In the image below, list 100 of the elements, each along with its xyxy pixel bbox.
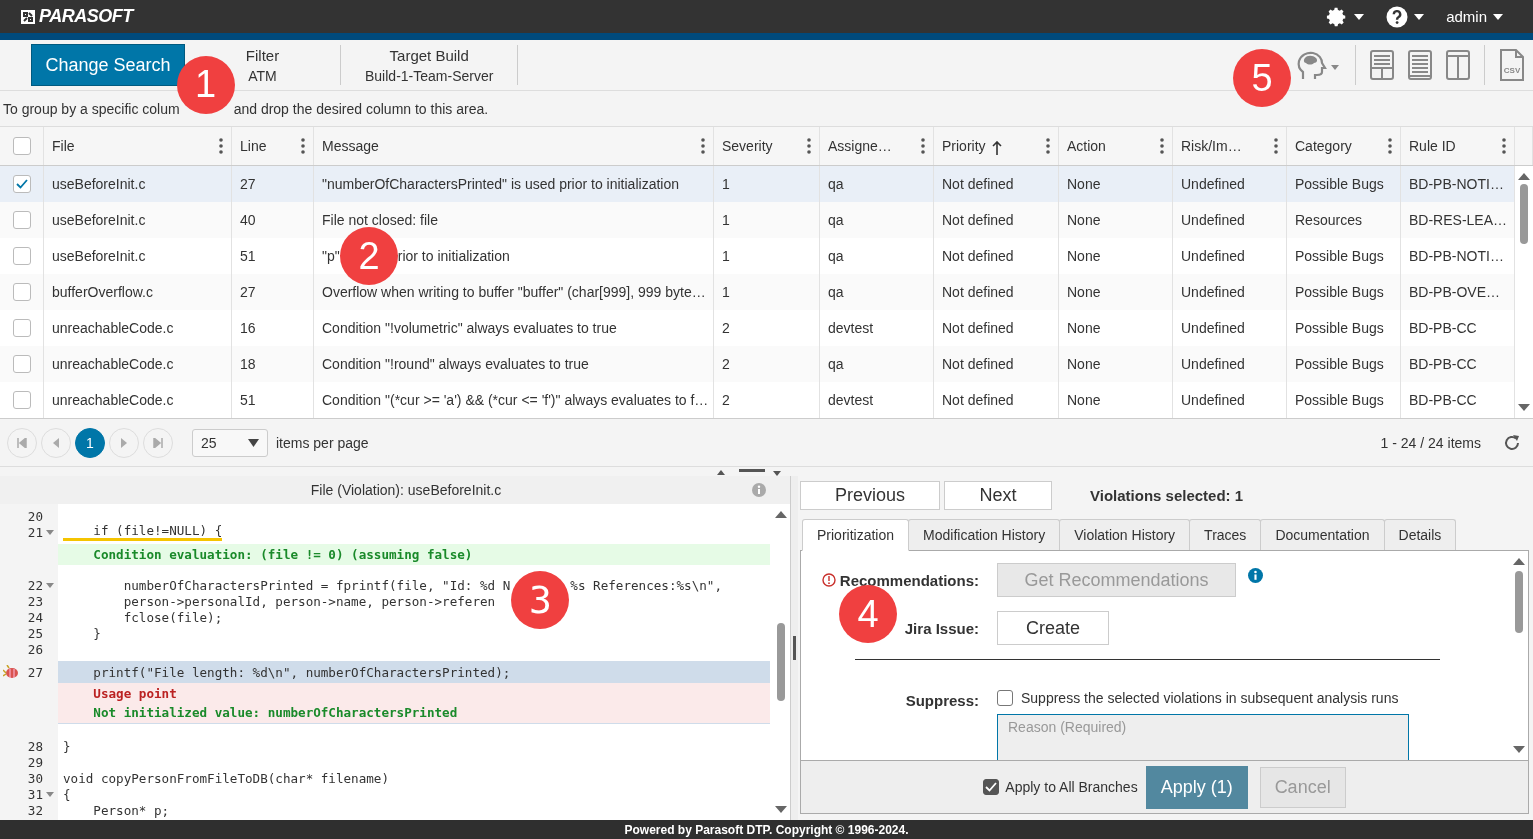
scroll-down-icon[interactable] [775,806,787,814]
fold-caret-icon[interactable] [46,791,54,797]
logo: PARASOFT [39,6,133,27]
tab[interactable]: Prioritization [802,519,910,551]
settings-menu[interactable] [1326,5,1365,28]
table-cell: 40 [240,212,256,228]
layout-columns-icon[interactable] [1446,50,1470,80]
next-button[interactable]: Next [944,480,1052,510]
column-menu-icon[interactable] [301,138,305,154]
help-menu[interactable] [1386,5,1425,28]
scroll-down-icon[interactable] [1518,404,1530,412]
table-row[interactable]: useBeforeInit.c 40 File not closed: file 1 qa Not defined None Undefined Resources BD-RES-LEA… [0,202,1515,238]
suppress-checkbox[interactable] [997,690,1013,706]
column-header[interactable]: Risk/Im… [1181,138,1242,154]
table-cell: 18 [240,356,256,372]
column-menu-icon[interactable] [921,138,925,154]
table-cell: BD-PB-CC [1409,392,1477,408]
tab[interactable]: Modification History [908,519,1061,550]
table-cell: None [1067,212,1101,228]
column-header[interactable]: Action [1067,138,1106,154]
code-line: fclose(file); [122,609,223,625]
column-header[interactable]: Rule ID [1409,138,1456,154]
filter-value[interactable]: Build-1-Team-Server [365,67,494,84]
table-row[interactable]: unreachableCode.c 51 Condition "(*cur >= 'a') && (*cur <= 'f')" always evaluates to f… 2 devtest Not defined None Undefined Possible Bugs BD-PB-CC [0,382,1515,418]
row-checkbox[interactable] [12,211,31,229]
apply-all-checkbox[interactable] [983,779,1000,795]
apply-button[interactable]: Apply (1) [1145,765,1248,809]
caret-icon [1414,13,1425,20]
column-header[interactable]: Severity [722,138,773,154]
scrollbar-thumb[interactable] [1515,571,1523,633]
tab[interactable]: Violation History [1059,519,1191,550]
row-checkbox[interactable] [12,391,31,409]
scroll-up-icon[interactable] [1513,557,1525,565]
column-header[interactable]: Priority [942,138,986,154]
table-row[interactable]: unreachableCode.c 18 Condition "!round" always evaluates to true 2 qa Not defined None Undefined Possible Bugs BD-PB-CC [0,346,1515,382]
table-cell: BD-PB-OVE… [1409,284,1500,300]
column-menu-icon[interactable] [701,138,705,154]
filter-label[interactable]: Filter [245,46,280,64]
page-size-dropdown[interactable]: 25 [192,428,268,457]
callout-marker: 3 [511,570,570,629]
info-icon[interactable] [752,483,766,497]
table-cell: useBeforeInit.c [52,176,146,192]
column-header[interactable]: Line [240,138,267,154]
table-cell: Undefined [1181,320,1245,336]
code-line: { [63,786,71,802]
reason-field[interactable]: Reason (Required) [997,714,1409,760]
fold-caret-icon[interactable] [46,582,54,588]
column-header[interactable]: Assigne… [828,138,892,154]
scroll-down-icon[interactable] [1513,746,1525,754]
layout-top-icon[interactable] [1370,50,1394,80]
scrollbar[interactable] [772,504,790,820]
fold-caret-icon[interactable] [46,529,54,535]
page-button[interactable]: 1 [75,427,105,458]
scrollbar-thumb[interactable] [1520,184,1528,244]
layout-full-icon[interactable] [1408,50,1432,80]
table-cell: qa [828,284,844,300]
table-cell: None [1067,284,1101,300]
tab[interactable]: Traces [1189,519,1262,550]
table-row[interactable]: bufferOverflow.c 27 Overflow when writing to buffer "buffer" (char[999], 999 byte… 1 qa Not defined None Undefined Possible Bugs BD-PB-OVE… [0,274,1515,310]
table-cell: BD-PB-NOTI… [1409,176,1504,192]
column-menu-icon[interactable] [1046,138,1050,154]
scroll-up-icon[interactable] [1518,172,1530,180]
table-cell: None [1067,248,1101,264]
filter-value[interactable]: ATM [248,67,277,84]
copyright-text: Powered by Parasoft DTP. Copyright © 1996-2024. [624,822,909,837]
row-checkbox[interactable] [12,247,31,265]
column-menu-icon[interactable] [1274,138,1278,154]
table-cell: qa [828,212,844,228]
column-menu-icon[interactable] [807,138,811,154]
column-menu-icon[interactable] [1502,138,1506,154]
callout-marker: 5 [1233,49,1291,107]
create-button[interactable]: Create [997,611,1109,645]
tab[interactable]: Details [1383,519,1457,550]
column-header[interactable]: File [52,138,75,154]
column-menu-icon[interactable] [219,138,223,154]
table-cell: devtest [828,392,874,408]
table-row[interactable]: useBeforeInit.c 27 "numberOfCharactersPrinted" is used prior to initialization 1 qa Not defined None Undefined Possible Bugs BD-PB-NOTI… [0,166,1515,202]
column-header[interactable]: Category [1295,138,1352,154]
panel-title: File (Violation): useBeforeInit.c [310,482,502,498]
scrollbar-thumb[interactable] [777,623,785,701]
tab[interactable]: Documentation [1260,519,1385,550]
user-menu[interactable]: admin [1446,8,1487,25]
row-checkbox[interactable] [12,283,31,301]
select-all-checkbox[interactable] [12,137,31,155]
scroll-up-icon[interactable] [775,510,787,518]
row-checkbox[interactable] [12,319,31,337]
caret-icon [1354,13,1365,20]
column-header[interactable]: Message [322,138,379,154]
last-page-icon [153,437,163,448]
refresh-icon[interactable] [1503,433,1521,452]
column-menu-icon[interactable] [1388,138,1392,154]
info-icon[interactable] [1248,567,1263,583]
previous-button[interactable]: Previous [800,480,940,510]
caret-icon[interactable] [1493,13,1503,20]
row-checkbox[interactable] [12,355,31,373]
usage-annotation: Usage point [92,686,178,701]
change-search-button[interactable]: Change Search [31,44,185,86]
filter-label[interactable]: Target Build [389,46,469,64]
row-checkbox[interactable] [12,175,31,193]
column-menu-icon[interactable] [1160,138,1164,154]
